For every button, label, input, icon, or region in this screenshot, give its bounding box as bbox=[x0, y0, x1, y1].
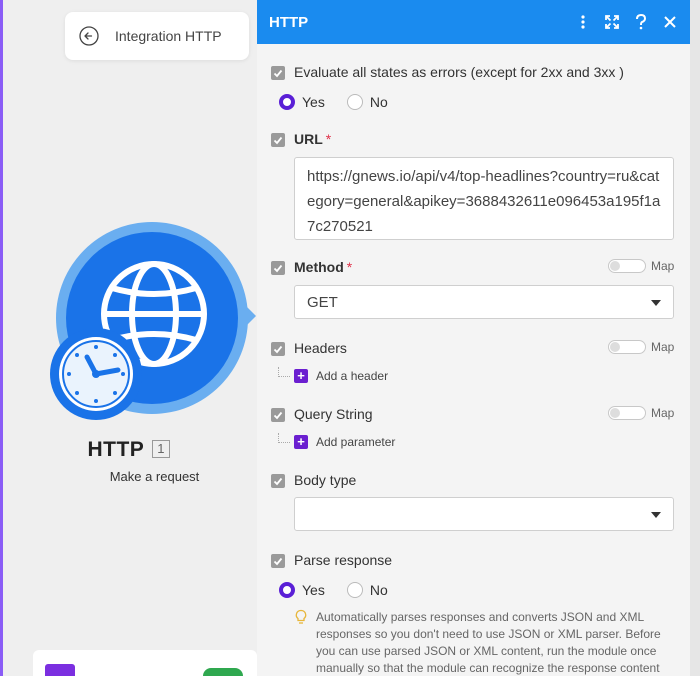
method-select[interactable]: GET bbox=[294, 285, 674, 319]
module-index-badge: 1 bbox=[152, 440, 170, 458]
body-type-label: Body type bbox=[294, 472, 357, 488]
parse-response-checkbox[interactable] bbox=[271, 554, 285, 568]
lightbulb-icon bbox=[295, 609, 307, 624]
http-module-node[interactable] bbox=[50, 222, 260, 432]
tree-connector bbox=[278, 433, 290, 443]
chevron-down-icon bbox=[651, 300, 661, 306]
tree-connector bbox=[278, 367, 290, 377]
evaluate-errors-yes-radio[interactable] bbox=[279, 94, 295, 110]
radio-label: No bbox=[369, 582, 388, 598]
query-string-label: Query String bbox=[294, 406, 373, 422]
url-label: URL * bbox=[294, 131, 332, 147]
evaluate-errors-label: Evaluate all states as errors (except fo… bbox=[294, 64, 624, 80]
method-map-toggle[interactable]: Map bbox=[608, 259, 674, 273]
add-parameter-label: Add parameter bbox=[316, 435, 396, 449]
evaluate-errors-checkbox[interactable] bbox=[271, 66, 285, 80]
chevron-down-icon bbox=[651, 512, 661, 518]
check-icon bbox=[273, 264, 283, 273]
evaluate-errors-no-radio[interactable] bbox=[346, 94, 363, 110]
panel-title: HTTP bbox=[269, 13, 309, 31]
parse-response-label: Parse response bbox=[294, 552, 393, 568]
map-switch[interactable] bbox=[608, 406, 646, 420]
scenario-name: Integration HTTP bbox=[115, 28, 222, 44]
plus-icon: + bbox=[294, 369, 308, 383]
headers-label: Headers bbox=[294, 340, 347, 356]
plus-icon: + bbox=[294, 435, 308, 449]
radio-label: Yes bbox=[302, 94, 325, 110]
query-string-map-toggle[interactable]: Map bbox=[608, 406, 674, 420]
map-switch[interactable] bbox=[608, 340, 646, 354]
close-icon[interactable] bbox=[662, 14, 678, 30]
panel-header: HTTP bbox=[257, 0, 690, 44]
hint-text: Automatically parses responses and conve… bbox=[316, 610, 661, 675]
add-header-label: Add a header bbox=[316, 369, 389, 383]
map-label: Map bbox=[651, 406, 675, 420]
check-icon bbox=[273, 136, 283, 145]
parse-response-radio-group: Yes No bbox=[279, 582, 410, 598]
method-value: GET bbox=[307, 293, 338, 311]
map-label: Map bbox=[651, 259, 675, 273]
headers-map-toggle[interactable]: Map bbox=[608, 340, 674, 354]
scheduling-toggle[interactable] bbox=[203, 668, 243, 676]
check-icon bbox=[273, 411, 283, 420]
radio-label: Yes bbox=[302, 582, 325, 598]
expand-icon[interactable] bbox=[604, 14, 620, 30]
arrow-left-circle-icon bbox=[79, 26, 99, 46]
add-header-button[interactable]: + Add a header bbox=[278, 367, 389, 383]
body-type-select[interactable] bbox=[294, 497, 674, 531]
clock-icon bbox=[50, 328, 142, 420]
method-checkbox[interactable] bbox=[271, 261, 285, 275]
method-label: Method * bbox=[294, 259, 353, 275]
radio-label: No bbox=[369, 94, 388, 110]
map-label: Map bbox=[651, 340, 675, 354]
panel-scrollbar[interactable] bbox=[690, 0, 700, 676]
check-icon bbox=[273, 69, 283, 78]
url-input[interactable]: https://gnews.io/api/v4/top-headlines?co… bbox=[294, 157, 674, 240]
parse-response-no-radio[interactable] bbox=[346, 582, 363, 598]
help-icon[interactable] bbox=[633, 14, 649, 30]
module-title: HTTP 1 bbox=[0, 438, 257, 462]
body-type-checkbox[interactable] bbox=[271, 474, 285, 488]
check-icon bbox=[273, 345, 283, 354]
parse-response-yes-radio[interactable] bbox=[279, 582, 295, 598]
check-icon bbox=[273, 557, 283, 566]
run-button[interactable] bbox=[45, 664, 75, 676]
query-string-checkbox[interactable] bbox=[271, 408, 285, 422]
module-name: HTTP bbox=[87, 438, 145, 461]
map-switch[interactable] bbox=[608, 259, 646, 273]
add-parameter-button[interactable]: + Add parameter bbox=[278, 433, 396, 449]
module-settings-panel: HTTP Evaluate all states as errors (exce… bbox=[257, 0, 690, 676]
check-icon bbox=[273, 477, 283, 486]
headers-checkbox[interactable] bbox=[271, 342, 285, 356]
evaluate-errors-radio-group: Yes No bbox=[279, 94, 410, 110]
bottom-toolbar bbox=[33, 650, 257, 676]
back-to-scenario-button[interactable]: Integration HTTP bbox=[65, 12, 249, 60]
parse-response-hint: Automatically parses responses and conve… bbox=[294, 609, 682, 676]
more-vertical-icon[interactable] bbox=[575, 14, 591, 30]
url-checkbox[interactable] bbox=[271, 133, 285, 147]
